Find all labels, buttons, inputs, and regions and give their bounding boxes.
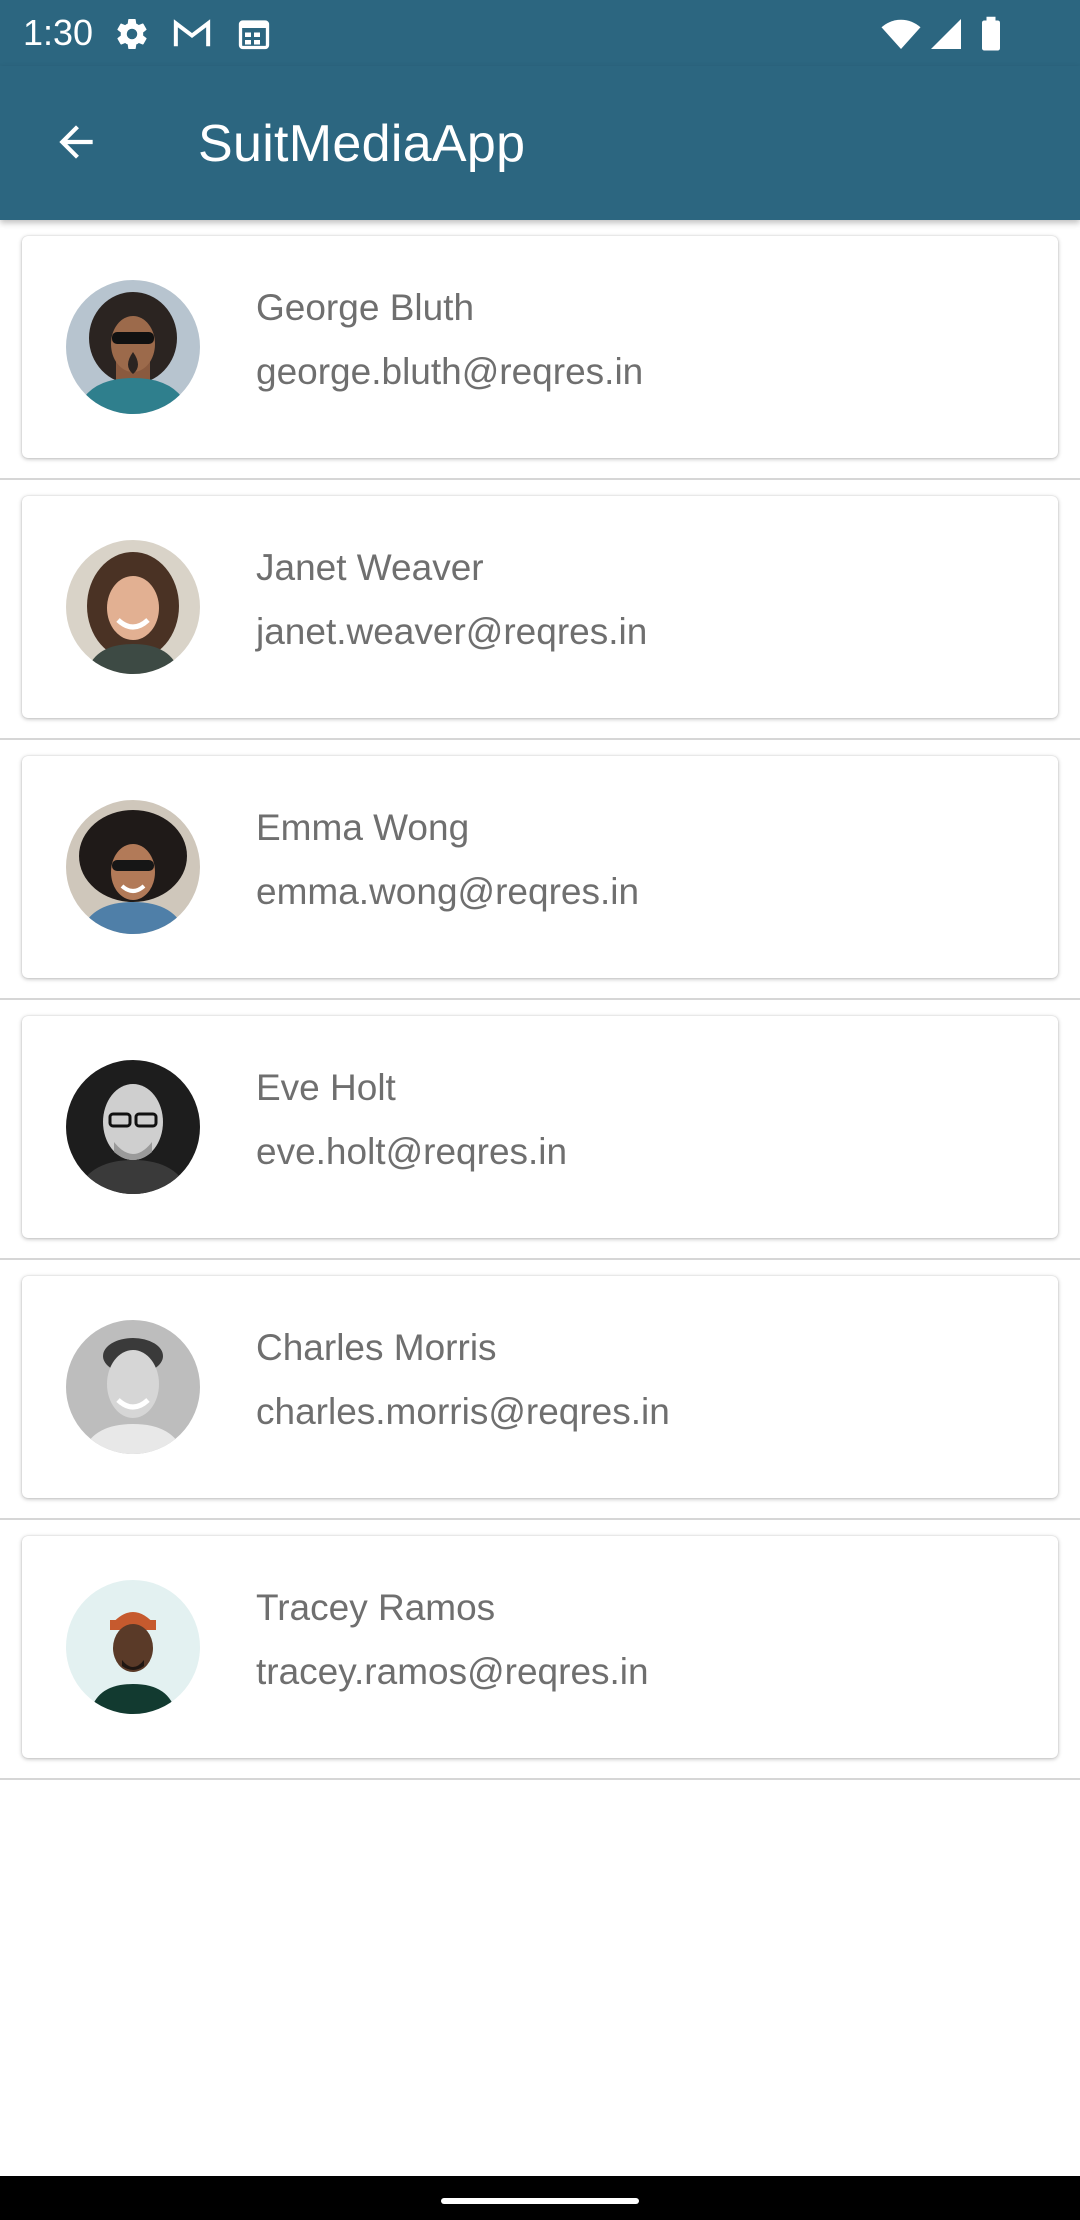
wifi-icon bbox=[880, 16, 922, 52]
user-card[interactable]: Emma Wong emma.wong@reqres.in bbox=[22, 756, 1058, 978]
avatar bbox=[66, 540, 200, 674]
user-card[interactable]: Charles Morris charles.morris@reqres.in bbox=[22, 1276, 1058, 1498]
navigation-bar bbox=[0, 2176, 1080, 2220]
gear-icon bbox=[114, 16, 150, 52]
user-name: Tracey Ramos bbox=[256, 1587, 496, 1628]
list-item: Emma Wong emma.wong@reqres.in bbox=[0, 740, 1080, 1000]
avatar bbox=[66, 1580, 200, 1714]
avatar bbox=[66, 280, 200, 414]
user-name: Eve Holt bbox=[256, 1067, 396, 1108]
status-time: 1:30 bbox=[23, 12, 94, 53]
user-card[interactable]: Janet Weaver janet.weaver@reqres.in bbox=[22, 496, 1058, 718]
page-title: SuitMediaApp bbox=[198, 115, 526, 173]
user-email: eve.holt@reqres.in bbox=[256, 1131, 568, 1172]
list-item: George Bluth george.bluth@reqres.in bbox=[0, 220, 1080, 480]
user-name: Emma Wong bbox=[256, 807, 470, 848]
avatar bbox=[66, 800, 200, 934]
screen: 1:30 SuitMediaApp George Bluth george.bl… bbox=[0, 0, 1080, 2220]
back-button[interactable] bbox=[36, 104, 116, 184]
user-email: george.bluth@reqres.in bbox=[256, 351, 644, 392]
user-card[interactable]: Eve Holt eve.holt@reqres.in bbox=[22, 1016, 1058, 1238]
user-list[interactable]: George Bluth george.bluth@reqres.in Jane… bbox=[0, 220, 1080, 1780]
avatar bbox=[66, 1320, 200, 1454]
user-email: janet.weaver@reqres.in bbox=[256, 611, 648, 652]
user-email: emma.wong@reqres.in bbox=[256, 871, 640, 912]
avatar bbox=[66, 1060, 200, 1194]
user-name: Janet Weaver bbox=[256, 547, 484, 588]
list-item: Eve Holt eve.holt@reqres.in bbox=[0, 1000, 1080, 1260]
user-card[interactable]: Tracey Ramos tracey.ramos@reqres.in bbox=[22, 1536, 1058, 1758]
list-item: Charles Morris charles.morris@reqres.in bbox=[0, 1260, 1080, 1520]
user-email: tracey.ramos@reqres.in bbox=[256, 1651, 649, 1692]
list-item: Tracey Ramos tracey.ramos@reqres.in bbox=[0, 1520, 1080, 1780]
list-item: Janet Weaver janet.weaver@reqres.in bbox=[0, 480, 1080, 740]
user-name: George Bluth bbox=[256, 287, 475, 328]
signal-icon bbox=[928, 16, 964, 52]
calendar-icon bbox=[236, 16, 272, 52]
home-indicator[interactable] bbox=[441, 2198, 639, 2204]
status-bar: 1:30 bbox=[0, 0, 1080, 66]
user-card[interactable]: George Bluth george.bluth@reqres.in bbox=[22, 236, 1058, 458]
user-email: charles.morris@reqres.in bbox=[256, 1391, 670, 1432]
user-name: Charles Morris bbox=[256, 1327, 497, 1368]
battery-icon bbox=[978, 16, 1004, 52]
arrow-back-icon bbox=[51, 117, 101, 172]
gmail-icon bbox=[172, 16, 211, 52]
app-bar: SuitMediaApp bbox=[0, 66, 1080, 220]
